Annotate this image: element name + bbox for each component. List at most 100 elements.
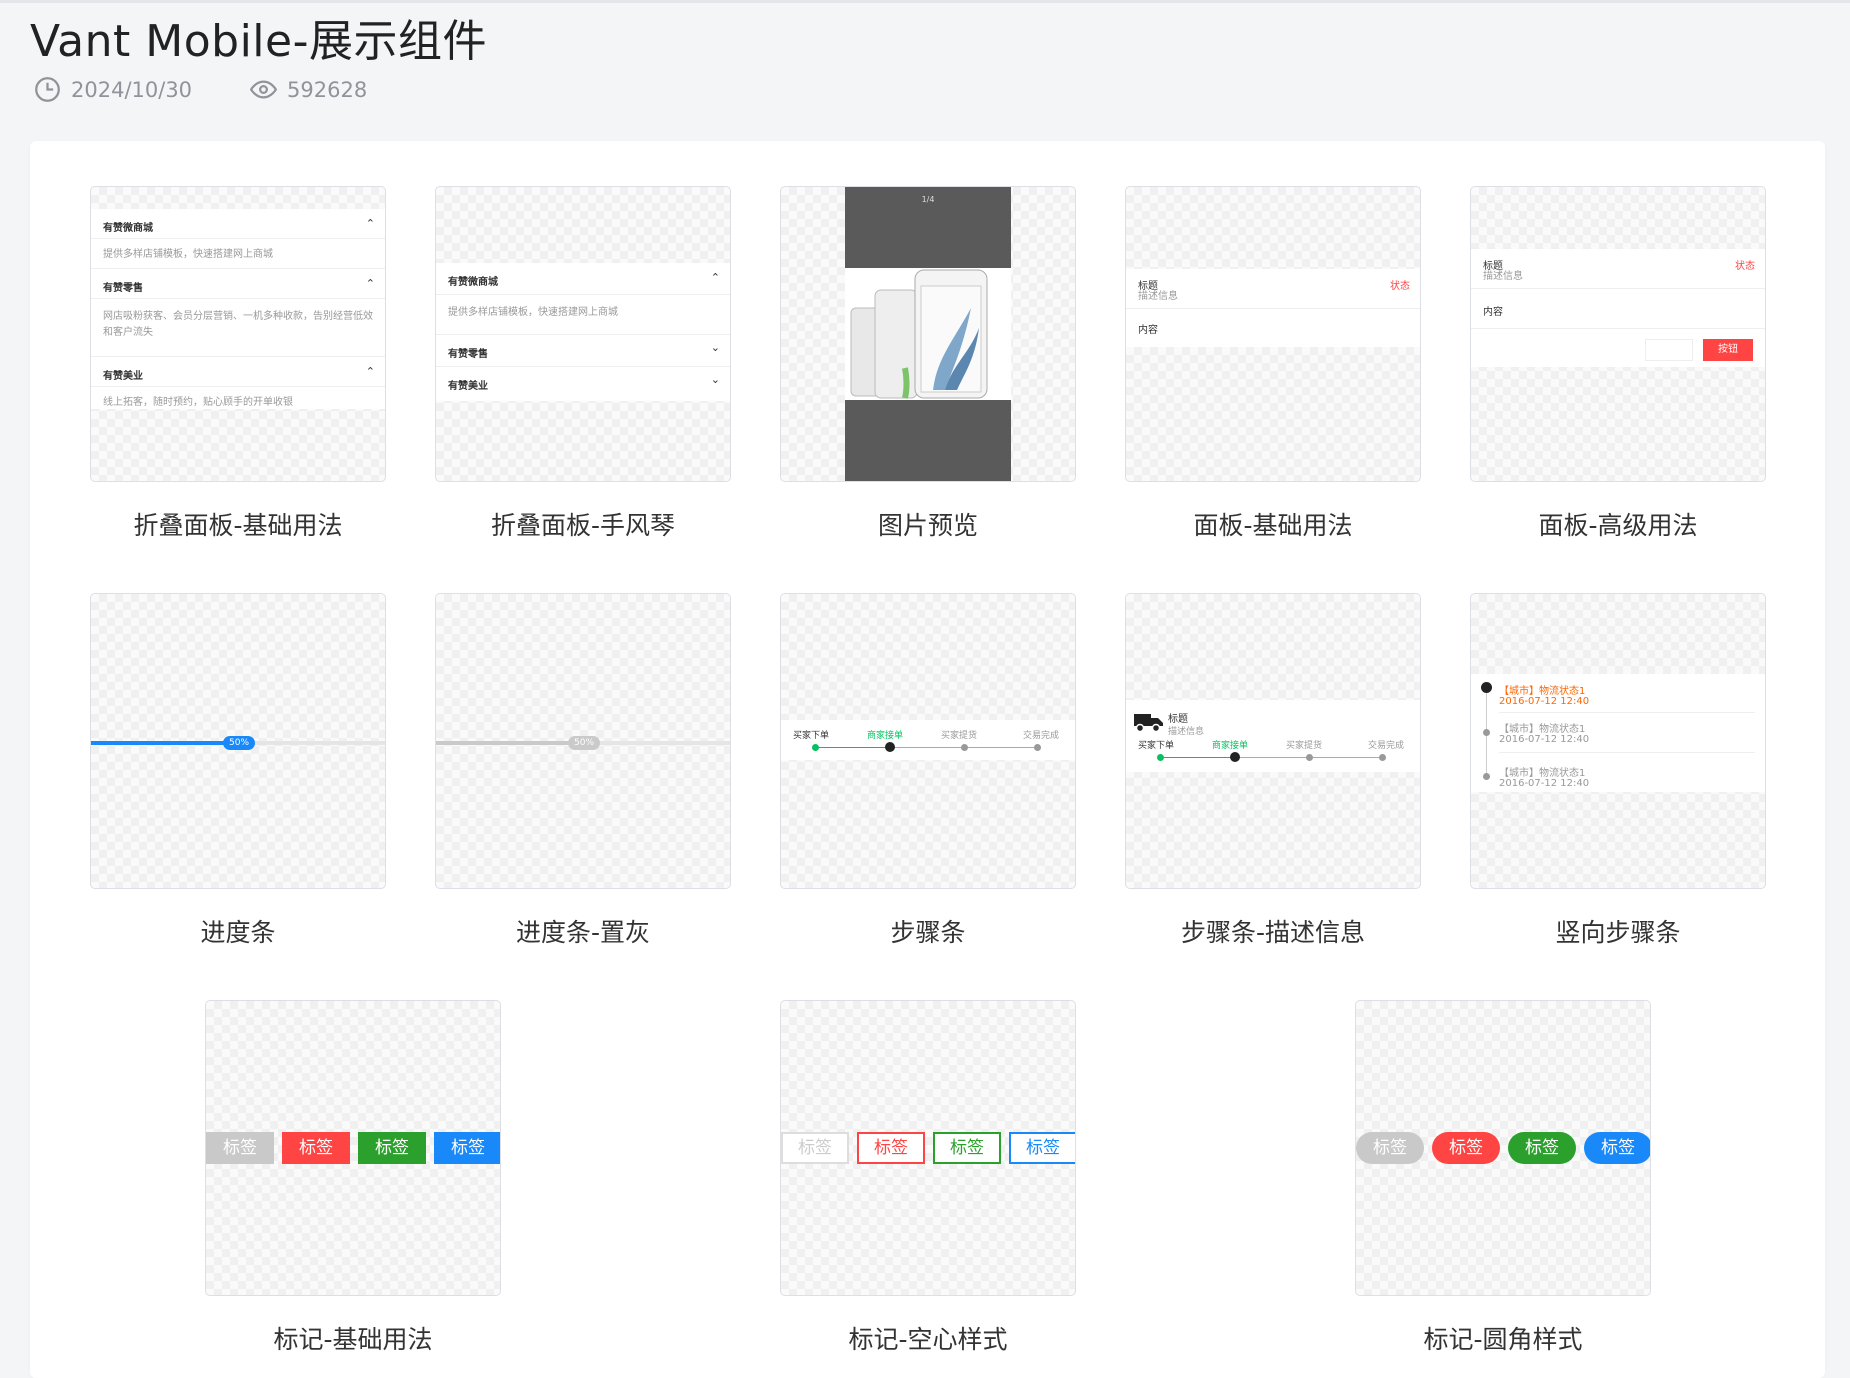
panel-header: 标题 描述信息 状态 [1471, 249, 1765, 289]
vstep-time: 2016-07-12 12:40 [1499, 734, 1590, 745]
thumbnail[interactable]: 50% [435, 593, 731, 889]
card-image-preview[interactable]: 1/4 图片预览 [780, 186, 1076, 540]
card-caption[interactable]: 竖向步骤条 [1440, 913, 1796, 949]
truck-icon [1134, 714, 1163, 733]
panel-header: 标题 描述信息 状态 [1126, 269, 1420, 309]
card-caption[interactable]: 进度条-置灰 [405, 913, 761, 949]
card-caption[interactable]: 标记-空心样式 [750, 1320, 1106, 1356]
tag-default: 标签 [206, 1132, 274, 1164]
steps-desc: 描述信息 [1168, 727, 1205, 737]
card-caption[interactable]: 标记-基础用法 [175, 1320, 531, 1356]
panel-status: 状态 [1390, 281, 1410, 292]
collapse-item: 有赞美业 ⌄ [436, 367, 730, 399]
panel-desc: 描述信息 [1483, 271, 1523, 282]
collapse-title: 有赞微商城 [103, 223, 153, 234]
card-collapse-accordion[interactable]: 有赞微商城 ⌃ 提供多样店铺模板，快速搭建网上商城 有赞零售 ⌄ 有赞美业 ⌄ … [435, 186, 731, 540]
tag-row: 标签 标签 标签 标签 [206, 1132, 500, 1164]
thumbnail[interactable]: 标题 描述信息 买家下单 商家接单 买家提货 交易完成 [1125, 593, 1421, 889]
preview-overlay: 1/4 [845, 187, 1011, 481]
collapse-body: 有赞微商城 ⌃ 提供多样店铺模板，快速搭建网上商城 有赞零售 ⌄ 有赞美业 ⌄ [436, 263, 730, 401]
tag-row: 标签 标签 标签 标签 [1356, 1132, 1650, 1164]
tag-primary: 标签 [1009, 1132, 1075, 1164]
card-caption[interactable]: 步骤条 [750, 913, 1106, 949]
collapse-content: 网店吸粉获客、会员分层营销、一机多种收款，告别经营低效和客户流失 [91, 299, 385, 357]
card-caption[interactable]: 标记-圆角样式 [1325, 1320, 1681, 1356]
page-header: Vant Mobile-展示组件 2024/10/30 592628 [30, 14, 1820, 114]
step-dot [1483, 729, 1490, 736]
card-caption[interactable]: 折叠面板-基础用法 [60, 506, 416, 542]
card-caption[interactable]: 进度条 [60, 913, 416, 949]
panel-body: 标题 描述信息 状态 内容 [1126, 269, 1420, 347]
step-line [815, 747, 889, 748]
collapse-content: 提供多样店铺模板，快速搭建网上商城 [91, 239, 385, 269]
collapse-desc: 提供多样店铺模板，快速搭建网上商城 [448, 307, 618, 318]
thumbnail[interactable]: 买家下单 商家接单 买家提货 交易完成 [780, 593, 1076, 889]
tag-default: 标签 [781, 1132, 849, 1164]
tag-danger: 标签 [282, 1132, 350, 1164]
card-tag-round[interactable]: 标签 标签 标签 标签 标记-圆角样式 [1355, 1000, 1651, 1354]
vstep-text: 【城市】物流状态1 [1499, 724, 1586, 735]
card-steps-vertical[interactable]: 【城市】物流状态1 2016-07-12 12:40 【城市】物流状态1 201… [1470, 593, 1766, 947]
eye-icon [250, 80, 278, 99]
collapse-item: 有赞零售 ⌄ [436, 335, 730, 367]
thumbnail[interactable]: 标题 描述信息 状态 内容 按钮 [1470, 186, 1766, 482]
tag-default: 标签 [1356, 1132, 1424, 1164]
tag-row: 标签 标签 标签 标签 [781, 1132, 1075, 1164]
card-panel-basic[interactable]: 标题 描述信息 状态 内容 面板-基础用法 [1125, 186, 1421, 540]
thumbnail[interactable]: 有赞微商城 ⌃ 提供多样店铺模板，快速搭建网上商城 有赞零售 ⌃ 网店吸粉获客、… [90, 186, 386, 482]
date-text: 2024/10/30 [71, 77, 193, 102]
panel-content: 内容 [1483, 307, 1503, 318]
card-steps-desc[interactable]: 标题 描述信息 买家下单 商家接单 买家提货 交易完成 步骤条-描述信息 [1125, 593, 1421, 947]
card-caption[interactable]: 面板-高级用法 [1440, 506, 1796, 542]
components-panel: 有赞微商城 ⌃ 提供多样店铺模板，快速搭建网上商城 有赞零售 ⌃ 网店吸粉获客、… [30, 141, 1825, 1378]
divider [1499, 712, 1755, 713]
progress-fill [91, 741, 239, 745]
thumbnail[interactable]: 标签 标签 标签 标签 [1355, 1000, 1651, 1296]
thumbnail[interactable]: 标签 标签 标签 标签 [205, 1000, 501, 1296]
card-collapse-basic[interactable]: 有赞微商城 ⌃ 提供多样店铺模板，快速搭建网上商城 有赞零售 ⌃ 网店吸粉获客、… [90, 186, 386, 540]
step-dot [1306, 754, 1313, 761]
card-caption[interactable]: 面板-基础用法 [1095, 506, 1451, 542]
collapse-content: 线上拓客，随时预约，贴心顾手的开单收银 [91, 387, 385, 417]
card-steps[interactable]: 买家下单 商家接单 买家提货 交易完成 步骤条 [780, 593, 1076, 947]
card-caption[interactable]: 图片预览 [750, 506, 1106, 542]
thumbnail[interactable]: 有赞微商城 ⌃ 提供多样店铺模板，快速搭建网上商城 有赞零售 ⌄ 有赞美业 ⌄ [435, 186, 731, 482]
step-label: 买家下单 [793, 731, 830, 741]
step-dot [961, 744, 968, 751]
card-panel-advanced[interactable]: 标题 描述信息 状态 内容 按钮 面板-高级用法 [1470, 186, 1766, 540]
thumbnail[interactable]: 50% [90, 593, 386, 889]
vstep-text: 【城市】物流状态1 [1499, 686, 1586, 697]
card-caption[interactable]: 折叠面板-手风琴 [405, 506, 761, 542]
collapse-title: 有赞零售 [448, 349, 488, 360]
panel-input[interactable] [1645, 339, 1693, 361]
panel-content: 内容 [1138, 325, 1158, 336]
chevron-up-icon: ⌃ [365, 217, 375, 230]
panel-button[interactable]: 按钮 [1703, 339, 1753, 361]
collapse-desc: 线上拓客，随时预约，贴心顾手的开单收银 [103, 397, 293, 408]
panel-desc: 描述信息 [1138, 291, 1178, 302]
step-label: 买家下单 [1138, 741, 1175, 751]
chevron-up-icon: ⌃ [710, 271, 720, 284]
tag-primary: 标签 [1584, 1132, 1650, 1164]
thumbnail[interactable]: 标签 标签 标签 标签 [780, 1000, 1076, 1296]
clock-icon [35, 77, 60, 102]
views-count: 592628 [287, 77, 368, 102]
step-active-icon [1481, 682, 1492, 693]
step-label: 买家提货 [1286, 741, 1323, 751]
card-tag-plain[interactable]: 标签 标签 标签 标签 标记-空心样式 [780, 1000, 1076, 1354]
panel-content-row: 内容 [1471, 289, 1765, 329]
thumbnail[interactable]: 标题 描述信息 状态 内容 [1125, 186, 1421, 482]
thumbnail[interactable]: 1/4 [780, 186, 1076, 482]
card-progress[interactable]: 50% 进度条 [90, 593, 386, 947]
step-label: 交易完成 [1023, 731, 1060, 741]
tag-primary: 标签 [434, 1132, 500, 1164]
panel-body: 标题 描述信息 状态 内容 按钮 [1471, 249, 1765, 367]
steps-body: 标题 描述信息 买家下单 商家接单 买家提货 交易完成 [1126, 700, 1420, 772]
tag-danger: 标签 [1432, 1132, 1500, 1164]
card-progress-gray[interactable]: 50% 进度条-置灰 [435, 593, 731, 947]
card-tag-basic[interactable]: 标签 标签 标签 标签 标记-基础用法 [205, 1000, 501, 1354]
card-caption[interactable]: 步骤条-描述信息 [1095, 913, 1451, 949]
thumbnail[interactable]: 【城市】物流状态1 2016-07-12 12:40 【城市】物流状态1 201… [1470, 593, 1766, 889]
collapse-title: 有赞零售 [103, 283, 143, 294]
tag-danger: 标签 [857, 1132, 925, 1164]
